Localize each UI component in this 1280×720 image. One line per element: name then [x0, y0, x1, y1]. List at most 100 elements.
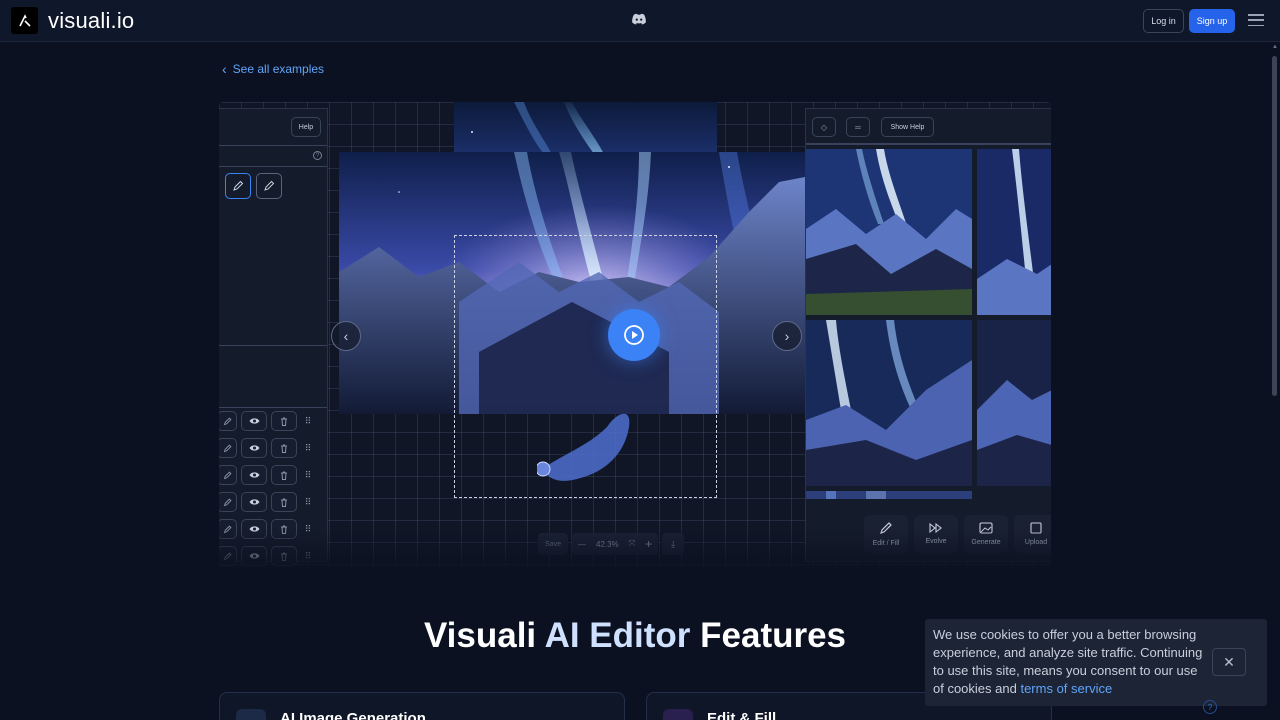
- discord-icon[interactable]: [631, 13, 647, 27]
- zoom-level: 42.3%: [596, 539, 619, 549]
- layer-row[interactable]: ⠿: [219, 544, 327, 568]
- fit-screen-icon[interactable]: ⤧: [629, 539, 635, 549]
- edit-fill-icon: [663, 709, 693, 720]
- features-title-part2: Features: [690, 616, 847, 655]
- upload-icon: [1030, 522, 1042, 534]
- trash-icon[interactable]: [271, 492, 297, 512]
- edit-fill-label: Edit / Fill: [872, 540, 900, 547]
- drag-handle-icon[interactable]: ⠿: [301, 492, 315, 512]
- help-circle-icon[interactable]: ?: [313, 151, 322, 160]
- upload-label: Upload: [1024, 539, 1048, 546]
- next-button[interactable]: ›: [772, 321, 802, 351]
- divider: [219, 407, 327, 408]
- eye-icon[interactable]: [241, 438, 267, 458]
- divider: [219, 145, 327, 146]
- drag-handle-icon[interactable]: ⠿: [301, 411, 315, 431]
- result-thumbnail[interactable]: [806, 320, 972, 486]
- chevron-left-icon: ‹: [343, 328, 349, 344]
- menu-lines-icon[interactable]: ═: [846, 117, 870, 137]
- zoom-in-icon[interactable]: +: [645, 537, 652, 551]
- feature-card-title: Edit & Fill: [707, 710, 777, 720]
- eraser-tool-button[interactable]: [256, 173, 282, 199]
- trash-icon[interactable]: [271, 411, 297, 431]
- help-widget-icon[interactable]: ?: [1203, 700, 1217, 714]
- pencil-icon[interactable]: [219, 546, 237, 566]
- result-thumbnail-strip: [806, 491, 972, 499]
- see-all-examples-link[interactable]: ‹ See all examples: [222, 62, 324, 76]
- logo-icon[interactable]: [11, 7, 38, 34]
- result-thumbnail[interactable]: [806, 149, 972, 315]
- login-button[interactable]: Log in: [1143, 9, 1184, 33]
- right-toolbar: Edit / Fill Evolve Generate Upload: [864, 515, 1051, 553]
- pencil-tool-button[interactable]: [225, 173, 251, 199]
- trash-icon[interactable]: [271, 546, 297, 566]
- generate-label: Generate: [971, 539, 1001, 546]
- edit-fill-button[interactable]: Edit / Fill: [864, 515, 908, 553]
- cube-icon[interactable]: ◇: [812, 117, 836, 137]
- fast-forward-icon: [929, 523, 942, 533]
- close-cookie-button[interactable]: ✕: [1212, 648, 1246, 676]
- drag-handle-icon[interactable]: ⠿: [301, 519, 315, 539]
- show-help-button[interactable]: Show Help: [881, 117, 934, 137]
- help-button[interactable]: Help: [291, 117, 321, 137]
- generate-button[interactable]: Generate: [964, 515, 1008, 553]
- previous-button[interactable]: ‹: [331, 321, 361, 351]
- pencil-icon[interactable]: [219, 492, 237, 512]
- layer-row[interactable]: ⠿: [219, 463, 327, 487]
- eye-icon[interactable]: [241, 492, 267, 512]
- cookie-banner: We use cookies to offer you a better bro…: [925, 619, 1267, 706]
- zoom-controls: — 42.3% ⤧ +: [572, 533, 659, 555]
- scroll-up-icon[interactable]: ▲: [1272, 44, 1278, 50]
- save-button[interactable]: Save: [538, 533, 568, 555]
- image-icon: [979, 522, 993, 534]
- brand-name[interactable]: visuali.io: [48, 8, 134, 34]
- chevron-left-icon: ‹: [222, 61, 227, 77]
- layer-row[interactable]: ⠿: [219, 490, 327, 514]
- canvas-toolbar: Save — 42.3% ⤧ + ⤓: [538, 532, 685, 556]
- pencil-icon: [233, 180, 244, 191]
- features-title-highlight: AI Editor: [544, 616, 691, 655]
- trash-icon[interactable]: [271, 438, 297, 458]
- result-thumbnail[interactable]: [977, 320, 1051, 486]
- play-button[interactable]: [608, 309, 660, 361]
- layer-row[interactable]: ⠿: [219, 517, 327, 541]
- feature-card-title: AI Image Generation: [280, 710, 426, 720]
- trash-icon[interactable]: [271, 465, 297, 485]
- download-icon[interactable]: ⤓: [662, 533, 685, 555]
- eraser-icon: [264, 180, 275, 191]
- divider: [806, 143, 1051, 145]
- image-generation-icon: [236, 709, 266, 720]
- pencil-icon[interactable]: [219, 438, 237, 458]
- pencil-icon[interactable]: [219, 411, 237, 431]
- layer-row[interactable]: ⠿: [219, 436, 327, 460]
- drag-handle-icon[interactable]: ⠿: [301, 465, 315, 485]
- drag-handle-icon[interactable]: ⠿: [301, 546, 315, 566]
- result-thumbnail[interactable]: [977, 149, 1051, 315]
- features-title-part1: Visuali: [423, 616, 545, 655]
- left-tool-panel: Help ? ⠿ ⠿ ⠿ ⠿ ⠿ ⠿: [219, 108, 328, 566]
- close-icon: ✕: [1223, 653, 1235, 670]
- layer-row[interactable]: ⠿: [219, 409, 327, 433]
- editor-preview: ‹ › Help ? ⠿ ⠿ ⠿ ⠿ ⠿ ⠿ Save — 42.3% ⤧ + …: [219, 102, 1051, 568]
- eye-icon[interactable]: [241, 519, 267, 539]
- mask-brush-stroke: [537, 413, 630, 481]
- feature-card[interactable]: AI Image Generation: [219, 692, 625, 720]
- eye-icon[interactable]: [241, 465, 267, 485]
- evolve-button[interactable]: Evolve: [914, 515, 958, 553]
- pencil-icon[interactable]: [219, 519, 237, 539]
- eye-icon[interactable]: [241, 411, 267, 431]
- chevron-right-icon: ›: [784, 328, 790, 344]
- scrollbar-thumb[interactable]: [1272, 56, 1277, 396]
- pencil-icon[interactable]: [219, 465, 237, 485]
- upload-button[interactable]: Upload: [1014, 515, 1051, 553]
- canvas-aurora-strip: [454, 102, 717, 154]
- right-results-panel: ◇ ═ Show Help Edit / Fill Evolve Generat…: [805, 108, 1051, 562]
- menu-icon[interactable]: [1248, 14, 1264, 26]
- terms-of-service-link[interactable]: terms of service: [1020, 681, 1112, 696]
- zoom-out-icon[interactable]: —: [578, 540, 586, 549]
- drag-handle-icon[interactable]: ⠿: [301, 438, 315, 458]
- signup-button[interactable]: Sign up: [1189, 9, 1235, 33]
- divider: [219, 166, 327, 167]
- eye-icon[interactable]: [241, 546, 267, 566]
- trash-icon[interactable]: [271, 519, 297, 539]
